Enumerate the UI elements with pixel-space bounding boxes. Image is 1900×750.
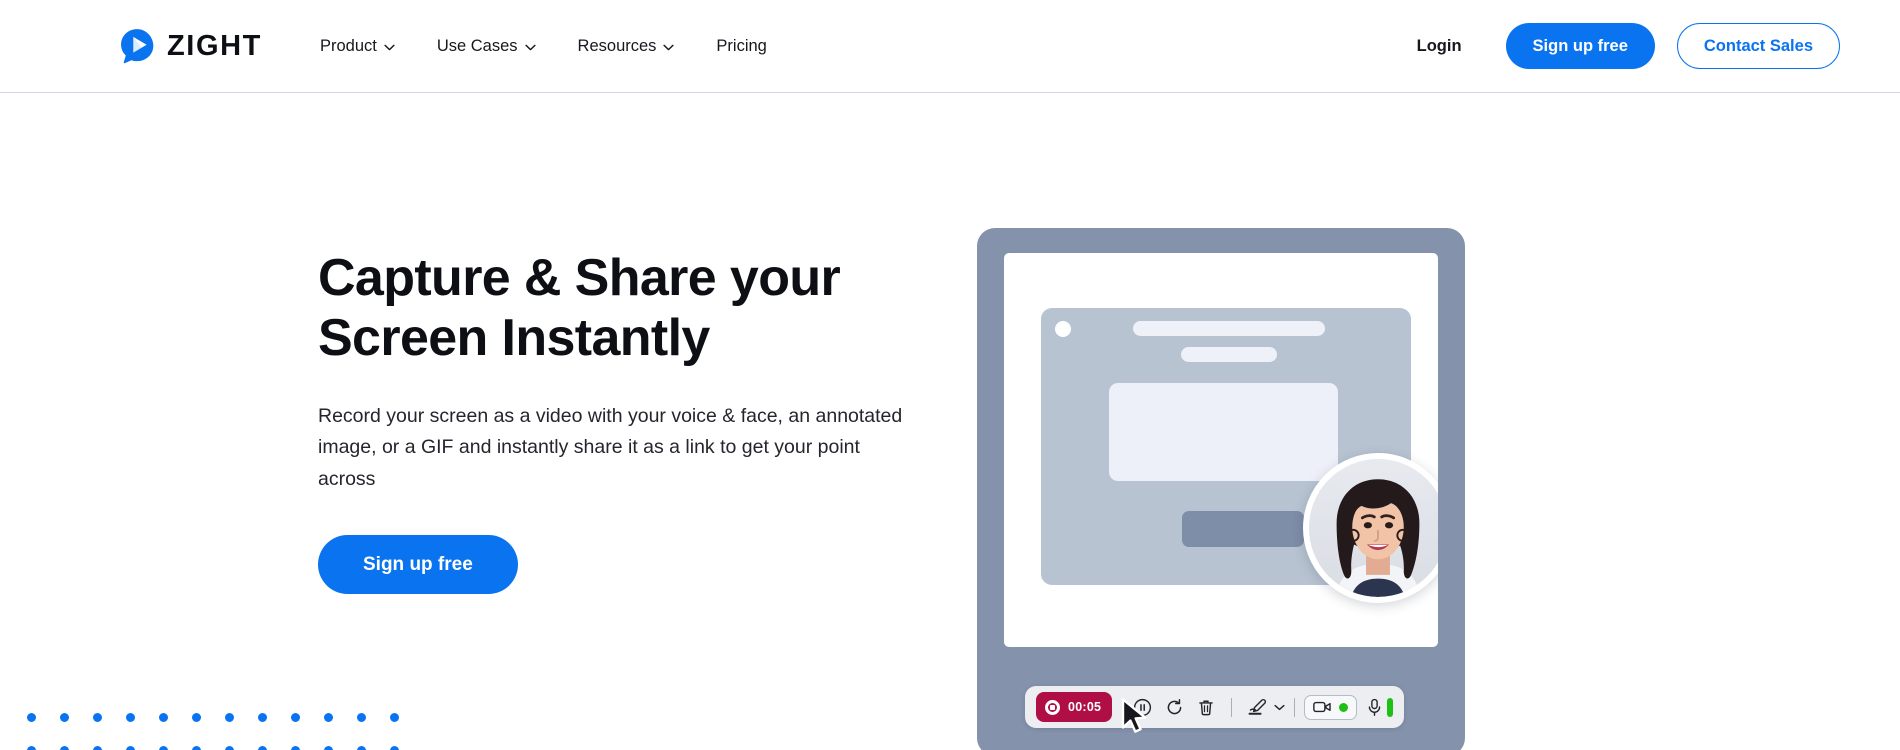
nav-item-product[interactable]: Product xyxy=(320,28,416,65)
nav-item-label: Pricing xyxy=(716,36,767,55)
grid-dot xyxy=(390,713,399,722)
hero-copy: Capture & Share your Screen Instantly Re… xyxy=(318,248,938,595)
nav-item-resources[interactable]: Resources xyxy=(557,28,696,65)
mock-window-dot xyxy=(1055,321,1071,337)
grid-dot xyxy=(60,746,69,750)
mock-text-bar-secondary xyxy=(1181,347,1277,362)
nav-item-label: Use Cases xyxy=(436,36,518,55)
grid-dot xyxy=(126,746,135,750)
recording-toolbar: 00:05 xyxy=(1025,686,1405,733)
pause-button[interactable] xyxy=(1129,694,1155,720)
hero-subtitle: Record your screen as a video with your … xyxy=(318,404,903,490)
toolbar-divider xyxy=(1294,697,1296,717)
camera-toggle[interactable] xyxy=(1304,694,1358,720)
decorative-dot-grid xyxy=(27,713,423,750)
header-actions: Login Sign up free Contact Sales xyxy=(1413,22,1840,70)
nav-item-label: Resources xyxy=(577,36,657,55)
mock-content-panel xyxy=(1109,383,1338,481)
nav-item-pricing[interactable]: Pricing xyxy=(695,28,787,65)
microphone-level-indicator xyxy=(1387,697,1394,717)
grid-dot xyxy=(27,713,36,722)
grid-dot xyxy=(258,746,267,750)
stop-record-icon xyxy=(1045,699,1060,715)
toolbar-divider xyxy=(1231,697,1233,717)
contact-sales-button[interactable]: Contact Sales xyxy=(1676,22,1840,70)
primary-navigation: Product Use Cases Resources Pricing xyxy=(320,28,788,65)
chevron-down-icon xyxy=(1274,704,1285,710)
brand-wordmark: ZIGHT xyxy=(167,29,262,62)
hero-title-line-2: Screen Instantly xyxy=(318,309,710,368)
chevron-down-icon xyxy=(524,44,536,50)
chevron-down-icon xyxy=(384,44,395,50)
grid-dot xyxy=(159,713,168,722)
microphone-icon xyxy=(1368,698,1381,716)
grid-dot xyxy=(357,713,366,722)
grid-dot xyxy=(225,746,234,750)
site-header: ZIGHT Product Use Cases Resources Pricin… xyxy=(0,0,1900,93)
login-link[interactable]: Login xyxy=(1413,29,1466,64)
nav-item-label: Product xyxy=(319,36,377,55)
hero-illustration: 00:05 xyxy=(977,228,1465,750)
microphone-toggle[interactable] xyxy=(1367,697,1394,717)
pen-annotate-icon xyxy=(1248,698,1266,715)
video-camera-icon xyxy=(1313,701,1331,713)
grid-dot xyxy=(291,746,300,750)
zight-play-bubble-logo-icon xyxy=(121,29,154,64)
illustration-screen xyxy=(1004,253,1438,647)
nav-item-use-cases[interactable]: Use Cases xyxy=(416,28,557,65)
annotate-button[interactable] xyxy=(1241,694,1285,720)
grid-dot xyxy=(357,746,366,750)
mock-footer-bar xyxy=(1182,511,1304,547)
grid-dot xyxy=(324,713,333,722)
pause-icon xyxy=(1133,698,1151,716)
grid-dot xyxy=(27,746,36,750)
trash-icon xyxy=(1199,700,1214,715)
grid-dot xyxy=(60,713,69,722)
hero-section: Capture & Share your Screen Instantly Re… xyxy=(0,93,1900,750)
grid-dot xyxy=(291,713,300,722)
grid-dot xyxy=(159,746,168,750)
page-title: Capture & Share your Screen Instantly xyxy=(318,248,938,369)
grid-dot xyxy=(126,713,135,722)
delete-button[interactable] xyxy=(1193,694,1219,720)
mock-text-bar-primary xyxy=(1133,321,1325,336)
webcam-bubble-avatar-icon xyxy=(1309,459,1438,597)
grid-dot xyxy=(390,746,399,750)
grid-dot xyxy=(258,713,267,722)
recording-timer: 00:05 xyxy=(1068,699,1102,714)
brand-logo-link[interactable]: ZIGHT xyxy=(118,27,262,65)
hero-title-line-1: Capture & Share your xyxy=(318,249,841,307)
restart-icon xyxy=(1167,698,1182,714)
grid-dot xyxy=(192,746,201,750)
signup-free-button[interactable]: Sign up free xyxy=(1505,22,1655,70)
pen-annotate-icon-wrap xyxy=(1244,694,1270,720)
grid-dot xyxy=(225,713,234,722)
stop-recording-button[interactable]: 00:05 xyxy=(1036,692,1113,722)
grid-dot xyxy=(192,713,201,722)
grid-dot xyxy=(93,713,102,722)
restart-button[interactable] xyxy=(1161,694,1187,720)
chevron-down-icon xyxy=(663,44,675,50)
grid-dot xyxy=(324,746,333,750)
camera-status-led xyxy=(1339,702,1349,712)
hero-signup-free-button[interactable]: Sign up free xyxy=(318,535,518,595)
grid-dot xyxy=(93,746,102,750)
